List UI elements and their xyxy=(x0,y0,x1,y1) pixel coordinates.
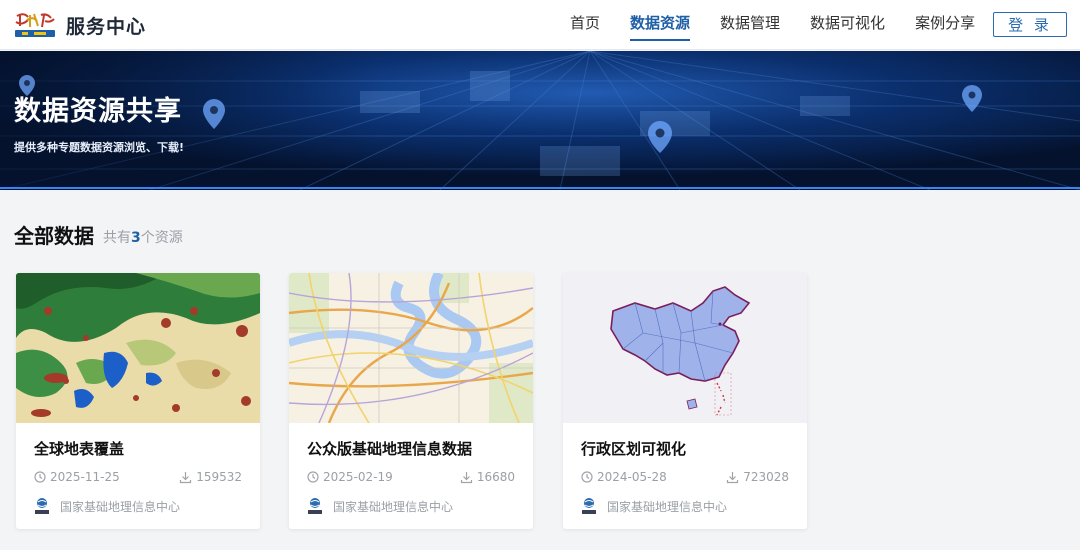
download-icon xyxy=(727,471,739,483)
banner-subtitle: 提供多种专题数据资源浏览、下载! xyxy=(14,141,185,154)
ngcc-logo-icon xyxy=(35,498,49,514)
nav-data-visualization[interactable]: 数据可视化 xyxy=(810,0,885,50)
nav-data-management[interactable]: 数据管理 xyxy=(720,0,780,50)
card-org: 国家基础地理信息中心 xyxy=(34,497,180,515)
public-map-thumbnail xyxy=(289,273,533,423)
nav-case-sharing[interactable]: 案例分享 xyxy=(915,0,975,50)
login-button[interactable]: 登 录 xyxy=(993,12,1067,37)
nav-home[interactable]: 首页 xyxy=(570,0,600,50)
top-header: 服务中心 首页 数据资源 数据管理 数据可视化 案例分享 登 录 xyxy=(0,0,1080,50)
main-nav: 首页 数据资源 数据管理 数据可视化 案例分享 xyxy=(555,0,990,50)
card-downloads: 16680 xyxy=(460,470,515,484)
card-date: 2025-11-25 xyxy=(34,470,120,484)
tianditu-logo[interactable] xyxy=(14,10,56,40)
card-title[interactable]: 全球地表覆盖 xyxy=(34,438,124,459)
card-title[interactable]: 公众版基础地理信息数据 xyxy=(307,438,472,459)
nav-data-resources[interactable]: 数据资源 xyxy=(630,0,691,50)
clock-icon xyxy=(307,471,319,483)
clock-icon xyxy=(34,471,46,483)
card-org: 国家基础地理信息中心 xyxy=(307,497,453,515)
download-icon xyxy=(460,471,472,483)
banner-title: 数据资源共享 xyxy=(14,96,182,127)
card-downloads: 159532 xyxy=(179,470,242,484)
hero-banner: 数据资源共享 提供多种专题数据资源浏览、下载! xyxy=(0,51,1080,190)
dataset-card[interactable]: 公众版基础地理信息数据 2025-02-19 16680 国家基础地理信息中心 xyxy=(289,273,533,529)
ngcc-logo-icon xyxy=(582,498,596,514)
china-admin-map-thumbnail xyxy=(563,273,807,423)
dataset-card[interactable]: 行政区划可视化 2024-05-28 723028 国家基础地理信息中心 xyxy=(563,273,807,529)
card-date: 2025-02-19 xyxy=(307,470,393,484)
resource-count: 共有3个资源 xyxy=(103,230,183,246)
brand-title: 服务中心 xyxy=(66,16,147,38)
download-icon xyxy=(180,471,192,483)
ngcc-logo-icon xyxy=(308,498,322,514)
section-title: 全部数据 xyxy=(14,224,94,248)
dataset-card[interactable]: 全球地表覆盖 2025-11-25 159532 国家基础地理信息中心 xyxy=(16,273,260,529)
card-org: 国家基础地理信息中心 xyxy=(581,497,727,515)
land-cover-thumbnail xyxy=(16,273,260,423)
card-date: 2024-05-28 xyxy=(581,470,667,484)
card-title[interactable]: 行政区划可视化 xyxy=(581,438,686,459)
clock-icon xyxy=(581,471,593,483)
card-downloads: 723028 xyxy=(726,470,789,484)
